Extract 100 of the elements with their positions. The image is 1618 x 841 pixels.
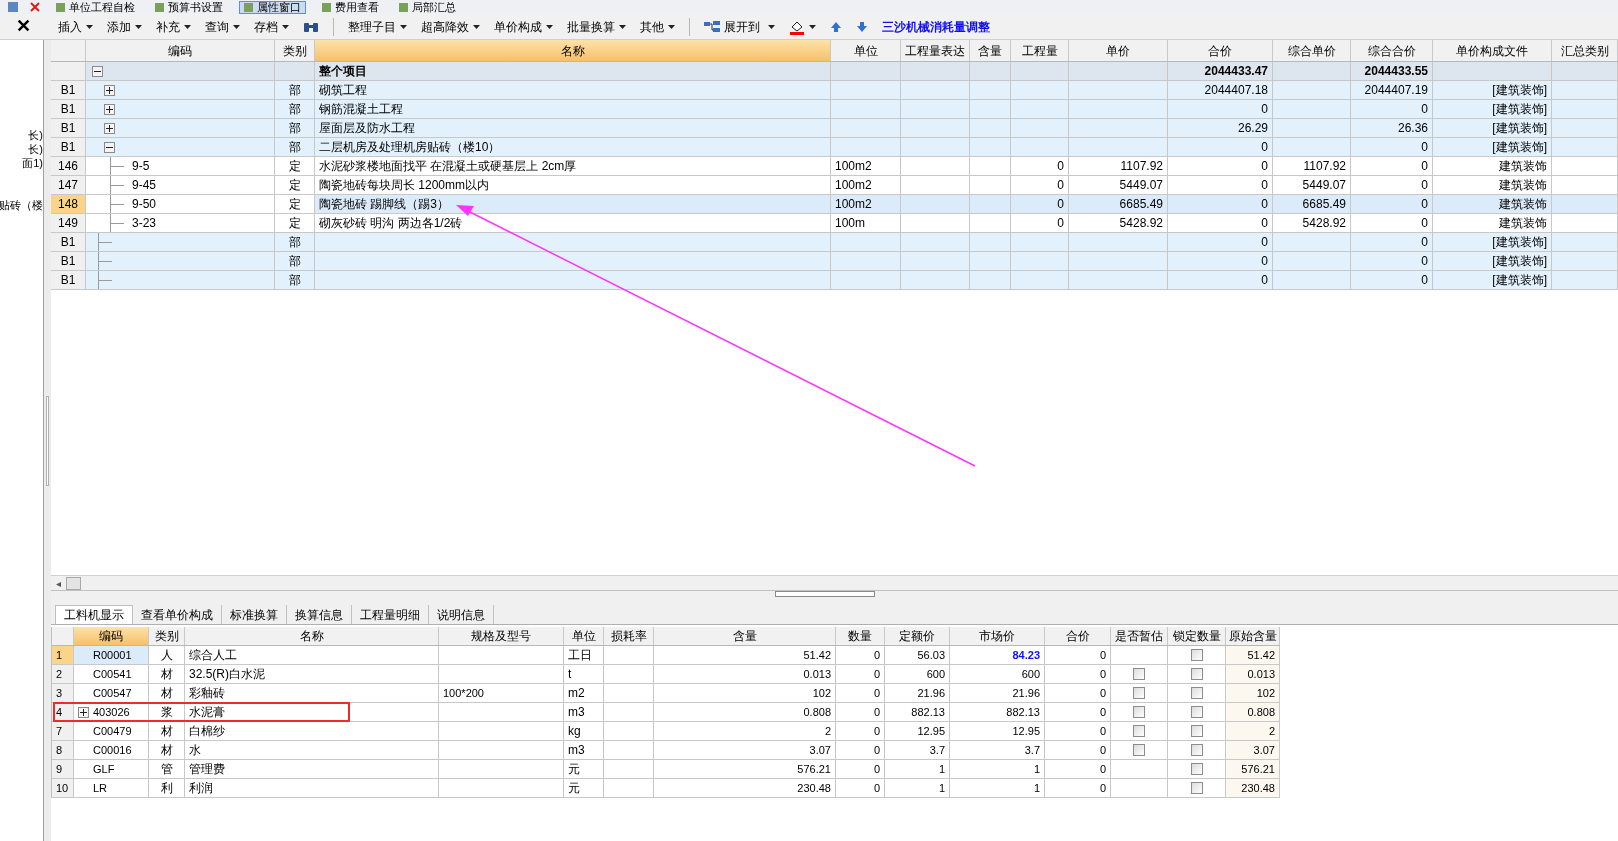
tab[interactable]: 标准换算 [222, 605, 287, 624]
close-button[interactable]: ✕ [0, 13, 46, 40]
checkbox[interactable] [1190, 763, 1203, 775]
scroll-left-button[interactable]: ◂ [51, 575, 66, 591]
menu-button[interactable]: 整理子目 [348, 17, 407, 36]
expand-toggle[interactable] [92, 65, 103, 77]
column-header[interactable]: 合价 [1168, 40, 1273, 61]
column-header[interactable]: 合价 [1045, 627, 1111, 645]
tree-item-label[interactable]: 面1) [22, 156, 43, 170]
column-header[interactable]: 损耗率 [604, 627, 654, 645]
checkbox[interactable] [1133, 668, 1145, 680]
column-header[interactable]: 编码 [74, 627, 149, 645]
toolbar-button[interactable]: 费用查看 [318, 0, 383, 14]
checkbox[interactable] [1133, 687, 1145, 699]
menu-button[interactable]: 插入 [58, 17, 93, 36]
table-row[interactable]: 146 9-5 定 水泥砂浆楼地面找平 在混凝土或硬基层上 2cm厚 100m2 0 1107.92 0 1107.92 0 建筑装饰 [51, 157, 1618, 176]
checkbox[interactable] [1190, 687, 1203, 699]
table-row[interactable]: 10 LR 利 利润 元 230.48 0 1 1 0 230.48 [52, 779, 1280, 798]
checkbox[interactable] [1133, 706, 1145, 718]
tab[interactable]: 查看单价构成 [133, 605, 222, 624]
menu-button[interactable]: 超高降效 [421, 17, 480, 36]
expand-toggle[interactable] [104, 141, 115, 153]
table-row[interactable]: 3 C00547 材 彩釉砖 100*200 m2 102 0 21.96 21.96 0 102 [52, 684, 1280, 703]
checkbox[interactable] [1133, 744, 1145, 756]
table-row[interactable]: 8 C00016 材 水 m3 3.07 0 3.7 3.7 0 3.07 [52, 741, 1280, 760]
expand-toggle[interactable] [104, 122, 115, 134]
toolbar-button[interactable]: 属性窗口 [239, 0, 306, 14]
toolbar-button[interactable]: 单位工程自检 [52, 0, 139, 14]
column-header[interactable]: 含量 [654, 627, 836, 645]
table-row[interactable]: 9 GLF 管 管理费 元 576.21 0 1 1 0 576.21 [52, 760, 1280, 779]
column-header[interactable]: 名称 [315, 40, 831, 61]
column-header[interactable]: 原始含量 [1226, 627, 1280, 645]
expand-toggle[interactable] [104, 84, 115, 96]
table-row[interactable]: 148 9-50 定 陶瓷地砖 踢脚线（踢3） 100m2 0 6685.49 0 6685.49 0 建筑装饰 [51, 195, 1618, 214]
table-row[interactable]: B1 部 屋面层及防水工程 26.29 26.36 [建筑装饰] [51, 119, 1618, 138]
table-row[interactable]: B1 部 0 0 [建筑装饰] [51, 233, 1618, 252]
tab[interactable]: 说明信息 [429, 605, 494, 624]
expand-toggle[interactable] [104, 103, 115, 115]
table-row[interactable]: 7 C00479 材 白棉纱 kg 2 0 12.95 12.95 0 2 [52, 722, 1280, 741]
splitter-handle[interactable] [46, 395, 49, 486]
menu-button[interactable]: 其他 [640, 17, 675, 36]
arrow-down-icon[interactable] [856, 20, 868, 33]
column-header[interactable]: 是否暂估 [1111, 627, 1168, 645]
column-header[interactable]: 单位 [564, 627, 604, 645]
column-header[interactable]: 单位 [831, 40, 901, 61]
checkbox[interactable] [1190, 725, 1203, 737]
tree-item-label[interactable]: 贴砖（楼 [0, 198, 43, 212]
table-row[interactable]: B1 部 钢筋混凝土工程 0 0 [建筑装饰] [51, 100, 1618, 119]
tab[interactable]: 换算信息 [287, 605, 352, 624]
table-row[interactable]: 1 R00001 人 综合人工 工日 51.42 0 56.03 84.23 0 51.42 [52, 646, 1280, 665]
table-row[interactable]: 4 403026 浆 水泥膏 m3 0.808 0 882.13 882.13 0 0.808 [52, 703, 1280, 722]
column-header[interactable]: 综合单价 [1273, 40, 1351, 61]
checkbox[interactable] [1190, 706, 1203, 718]
table-row[interactable]: 147 9-45 定 陶瓷地砖每块周长 1200mm以内 100m2 0 5449.07 0 5449.07 0 建筑装饰 [51, 176, 1618, 195]
column-header[interactable]: 综合合价 [1351, 40, 1433, 61]
column-header[interactable]: 类别 [149, 627, 185, 645]
expand-toggle[interactable] [78, 706, 89, 718]
table-row[interactable]: B1 部 0 0 [建筑装饰] [51, 271, 1618, 290]
toolbar-button[interactable]: 局部汇总 [395, 0, 460, 14]
checkbox[interactable] [1190, 668, 1203, 680]
splitter-handle[interactable] [774, 591, 875, 597]
tree-item-label[interactable]: 长) [28, 128, 43, 142]
column-header[interactable]: 编码 [86, 40, 275, 61]
toolbar-button[interactable]: 预算书设置 [151, 0, 227, 14]
menu-button[interactable]: 单价构成 [494, 17, 553, 36]
checkbox[interactable] [1190, 744, 1203, 756]
table-row[interactable]: 2 C00541 材 32.5(R)白水泥 t 0.013 0 600 600 0 0.013 [52, 665, 1280, 684]
table-row[interactable]: 整个项目 2044433.47 2044433.55 [51, 62, 1618, 81]
menu-button[interactable]: 添加 [107, 17, 142, 36]
arrow-up-icon[interactable] [830, 20, 842, 33]
column-header[interactable]: 单价 [1069, 40, 1168, 61]
adjust-link[interactable]: 三沙机械消耗量调整 [882, 17, 990, 36]
checkbox[interactable] [1133, 725, 1145, 737]
checkbox[interactable] [1190, 649, 1203, 661]
table-row[interactable]: B1 部 砌筑工程 2044407.18 2044407.19 [建筑装饰] [51, 81, 1618, 100]
checkbox[interactable] [1190, 782, 1203, 794]
tab[interactable]: 工料机显示 [55, 605, 133, 624]
menu-button[interactable]: 批量换算 [567, 17, 626, 36]
column-header[interactable]: 规格及型号 [439, 627, 564, 645]
table-row[interactable]: B1 部 0 0 [建筑装饰] [51, 252, 1618, 271]
table-row[interactable]: 149 3-23 定 砌灰砂砖 明沟 两边各1/2砖 100m 0 5428.92 0 5428.92 0 建筑装饰 [51, 214, 1618, 233]
column-header[interactable]: 数量 [836, 627, 885, 645]
menu-button[interactable]: 查询 [205, 17, 240, 36]
column-header[interactable]: 单价构成文件 [1433, 40, 1552, 61]
tree-item-label[interactable]: 长) [28, 142, 43, 156]
scrollbar-thumb[interactable] [66, 576, 81, 590]
menu-button[interactable]: 存档 [254, 17, 289, 36]
column-header[interactable]: 锁定数量 [1168, 627, 1226, 645]
tab[interactable]: 工程量明细 [352, 605, 429, 624]
column-header[interactable]: 名称 [185, 627, 439, 645]
column-header[interactable]: 市场价 [950, 627, 1045, 645]
menu-button[interactable]: 补充 [156, 17, 191, 36]
column-header[interactable]: 汇总类别 [1552, 40, 1618, 61]
column-header[interactable]: 定额价 [885, 627, 950, 645]
column-header[interactable]: 含量 [970, 40, 1011, 61]
table-row[interactable]: B1 部 二层机房及处理机房贴砖（楼10） 0 0 [建筑装饰] [51, 138, 1618, 157]
expand-to-button[interactable]: 展开到 [704, 17, 775, 36]
column-header[interactable]: 工程量表达 [901, 40, 970, 61]
column-header[interactable]: 工程量 [1011, 40, 1069, 61]
close-icon[interactable] [30, 2, 40, 12]
